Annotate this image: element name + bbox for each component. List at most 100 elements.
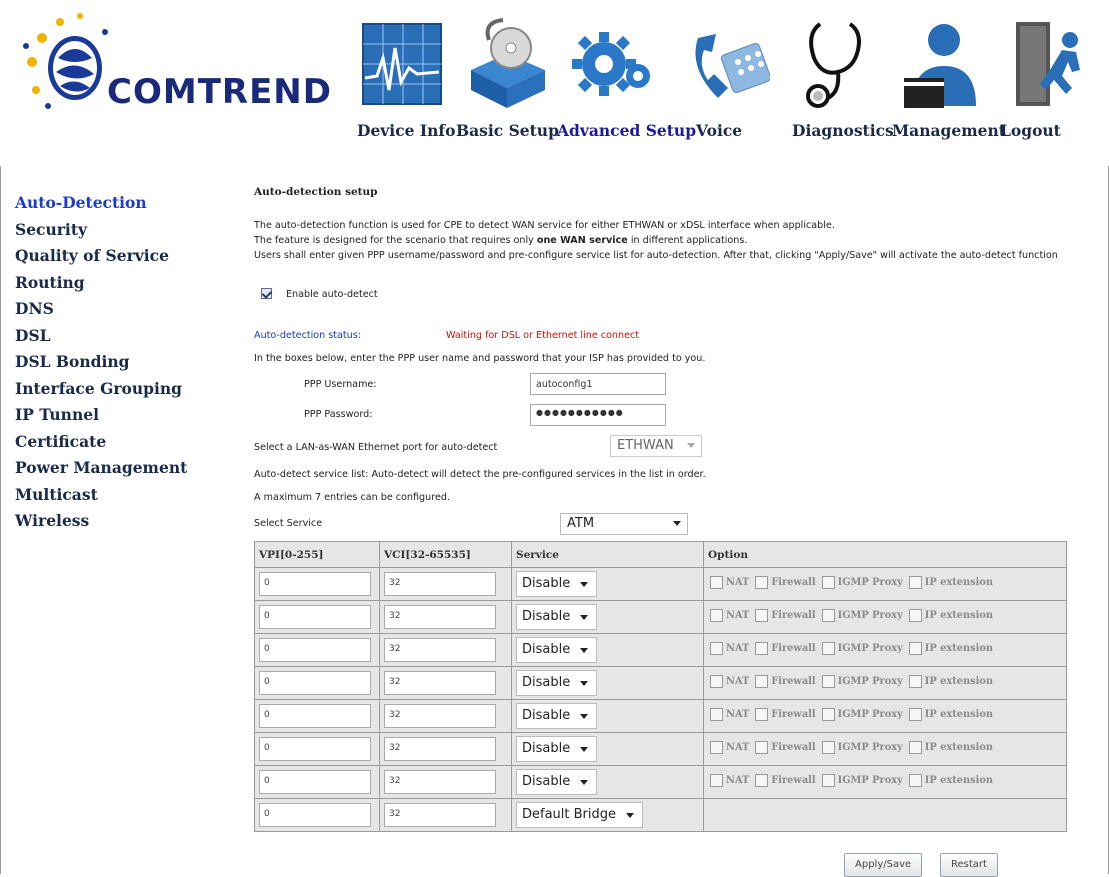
service-select-value: Disable	[522, 741, 571, 756]
description-line-2-post: in different applications.	[627, 235, 748, 246]
sidebar-item-power-management[interactable]: Power Management	[15, 455, 200, 482]
nav-management[interactable]: Management	[892, 121, 1006, 140]
vci-input[interactable]: 32	[384, 704, 496, 728]
service-select[interactable]: Disable	[516, 736, 598, 762]
sidebar-item-multicast[interactable]: Multicast	[15, 482, 200, 509]
select-service-dropdown[interactable]: ATM	[560, 513, 688, 535]
option-checkbox[interactable]	[908, 741, 922, 754]
sidebar-item-dns[interactable]: DNS	[15, 296, 200, 323]
option-checkbox[interactable]	[755, 675, 769, 688]
vci-input[interactable]: 32	[384, 638, 496, 662]
option-checkbox[interactable]	[755, 741, 769, 754]
option-checkbox[interactable]	[710, 708, 723, 721]
vpi-input[interactable]: 0	[259, 770, 371, 794]
service-select[interactable]: Default Bridge	[516, 802, 644, 828]
vci-input[interactable]: 32	[384, 605, 496, 629]
service-select[interactable]: Disable	[516, 571, 598, 597]
ppp-password-input[interactable]: ●●●●●●●●●●●	[530, 404, 666, 426]
option-checkbox[interactable]	[710, 741, 723, 754]
vpi-input[interactable]: 0	[259, 737, 371, 761]
table-row: 0 32 Disable NAT Firewall IGMP Proxy IP extens…	[254, 666, 1067, 700]
option-label: NAT	[726, 676, 750, 687]
option-nat: NAT	[710, 675, 749, 688]
nav-advanced-setup[interactable]: Advanced Setup	[557, 121, 696, 140]
option-checkbox[interactable]	[710, 675, 723, 688]
management-person-icon[interactable]	[900, 18, 982, 110]
option-checkbox[interactable]	[710, 774, 723, 787]
service-select[interactable]: Disable	[516, 769, 598, 795]
nav-basic-setup[interactable]: Basic Setup	[456, 121, 559, 140]
option-checkbox[interactable]	[821, 675, 835, 688]
service-select[interactable]: Disable	[516, 604, 598, 630]
option-label: Firewall	[771, 577, 816, 588]
ppp-username-input[interactable]	[530, 373, 666, 395]
voice-phone-icon[interactable]	[688, 18, 770, 110]
option-checkbox[interactable]	[710, 642, 723, 655]
option-checkbox[interactable]	[755, 576, 769, 589]
option-checkbox[interactable]	[821, 609, 835, 622]
header-service: Service	[511, 541, 704, 568]
sidebar-item-routing[interactable]: Routing	[15, 270, 200, 297]
option-checkbox[interactable]	[821, 576, 835, 589]
vpi-input[interactable]: 0	[259, 572, 371, 596]
option-checkbox[interactable]	[710, 576, 723, 589]
option-label: Firewall	[771, 643, 816, 654]
nav-logout[interactable]: Logout	[1000, 121, 1061, 140]
diagnostics-stethoscope-icon[interactable]	[800, 18, 882, 110]
option-checkbox[interactable]	[908, 708, 922, 721]
option-checkbox[interactable]	[908, 774, 922, 787]
option-checkbox[interactable]	[908, 675, 922, 688]
option-checkbox[interactable]	[908, 642, 922, 655]
sidebar-item-auto-detection[interactable]: Auto-Detection	[15, 190, 200, 217]
chevron-down-icon	[580, 648, 589, 653]
device-info-chart-icon[interactable]	[361, 18, 443, 110]
sidebar-item-dsl[interactable]: DSL	[15, 323, 200, 350]
option-checkbox[interactable]	[821, 642, 835, 655]
sidebar-item-quality-of-service[interactable]: Quality of Service	[15, 243, 200, 270]
vpi-input[interactable]: 0	[259, 704, 371, 728]
vci-input[interactable]: 32	[384, 671, 496, 695]
option-label: IGMP Proxy	[837, 643, 903, 654]
sidebar-item-interface-grouping[interactable]: Interface Grouping	[15, 376, 200, 403]
basic-setup-disc-icon[interactable]	[467, 18, 549, 110]
vci-input[interactable]: 32	[384, 803, 496, 827]
option-checkbox[interactable]	[908, 576, 922, 589]
sidebar-item-certificate[interactable]: Certificate	[15, 429, 200, 456]
vpi-input[interactable]: 0	[259, 638, 371, 662]
sidebar-item-ip-tunnel[interactable]: IP Tunnel	[15, 402, 200, 429]
vci-cell: 32	[379, 798, 512, 832]
service-select-value: Disable	[522, 675, 571, 690]
vpi-input[interactable]: 0	[259, 803, 371, 827]
brand-name: COMTREND	[107, 72, 332, 112]
enable-auto-detect-checkbox[interactable]	[261, 288, 272, 299]
sidebar-item-dsl-bonding[interactable]: DSL Bonding	[15, 349, 200, 376]
vpi-input[interactable]: 0	[259, 605, 371, 629]
option-label: IP extension	[924, 709, 993, 720]
restart-button[interactable]: Restart	[940, 853, 998, 877]
service-select[interactable]: Disable	[516, 703, 598, 729]
lan-as-wan-select[interactable]: ETHWAN	[610, 435, 702, 457]
vci-input[interactable]: 32	[384, 737, 496, 761]
option-checkbox[interactable]	[908, 609, 922, 622]
advanced-setup-gear-icon[interactable]	[572, 18, 654, 110]
option-checkbox[interactable]	[821, 774, 835, 787]
option-checkbox[interactable]	[821, 741, 835, 754]
option-checkbox[interactable]	[821, 708, 835, 721]
apply-save-button[interactable]: Apply/Save	[844, 853, 923, 877]
option-checkbox[interactable]	[755, 642, 769, 655]
vpi-input[interactable]: 0	[259, 671, 371, 695]
vci-input[interactable]: 32	[384, 572, 496, 596]
option-checkbox[interactable]	[755, 774, 769, 787]
service-select[interactable]: Disable	[516, 637, 598, 663]
nav-diagnostics[interactable]: Diagnostics	[792, 121, 894, 140]
option-checkbox[interactable]	[755, 708, 769, 721]
nav-voice[interactable]: Voice	[696, 121, 742, 140]
sidebar-item-wireless[interactable]: Wireless	[15, 508, 200, 535]
logout-door-icon[interactable]	[1010, 18, 1092, 110]
service-select[interactable]: Disable	[516, 670, 598, 696]
option-checkbox[interactable]	[710, 609, 723, 622]
option-checkbox[interactable]	[755, 609, 769, 622]
nav-device-info[interactable]: Device Info	[357, 121, 455, 140]
vci-input[interactable]: 32	[384, 770, 496, 794]
sidebar-item-security[interactable]: Security	[15, 217, 200, 244]
